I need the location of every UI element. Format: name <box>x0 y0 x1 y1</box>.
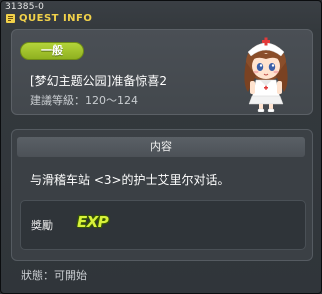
quest-type-badge: 一般 <box>20 42 84 60</box>
exp-reward-icon[interactable]: EXP <box>77 213 109 231</box>
quest-status: 狀態：可開始 <box>21 269 87 282</box>
content-heading: 内容 <box>17 137 305 157</box>
quest-info-window: 31385-0 QUEST INFO 一般 [梦幻主题公园]准备惊喜2 建議等級… <box>0 0 322 294</box>
reward-box: 獎勵 EXP <box>20 200 306 250</box>
quest-title: [梦幻主题公园]准备惊喜2 <box>30 74 167 88</box>
quest-header-panel: 一般 [梦幻主题公园]准备惊喜2 建議等級：120～124 <box>11 29 313 115</box>
quest-description: 与滑稽车站 <3>的护士艾里尔对话。 <box>30 173 230 187</box>
recommended-level: 建議等級：120～124 <box>30 94 138 107</box>
window-title: QUEST INFO <box>19 12 93 24</box>
quest-content-panel: 内容 与滑稽车站 <3>的护士艾里尔对话。 獎勵 EXP <box>11 129 313 261</box>
nurse-npc-icon <box>226 32 306 113</box>
title-bar[interactable]: QUEST INFO <box>5 11 92 25</box>
quest-scroll-icon <box>5 13 16 24</box>
reward-label: 獎勵 <box>31 219 53 232</box>
